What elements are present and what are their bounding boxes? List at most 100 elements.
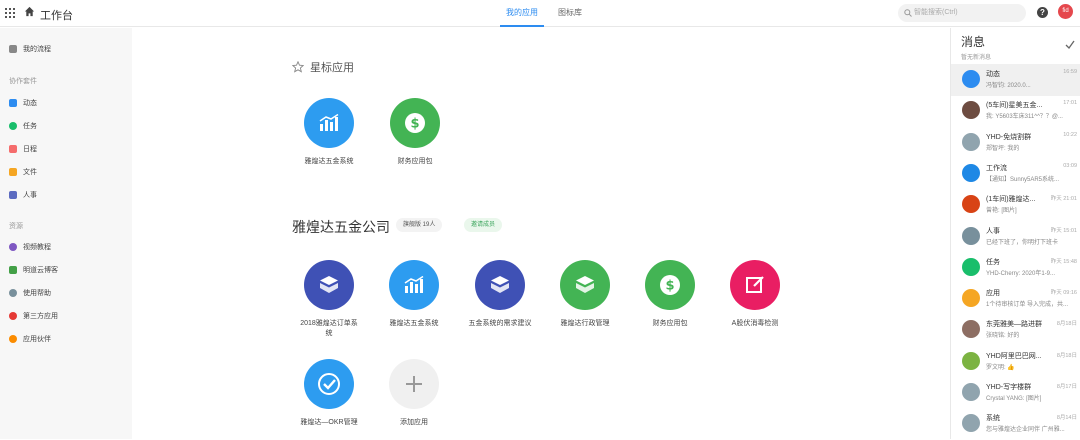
message-preview: 【通知】Sunny5AR5系统... <box>986 176 1060 183</box>
main-content: 星标应用 雅煌达五金系统 $ 财务应用包 雅煌达五金公司 旗舰版 19人 邀请成… <box>132 28 950 439</box>
app-tile[interactable]: $ 财务应用包 <box>632 260 708 329</box>
message-preview: 郑智坪: 我的 <box>986 145 1020 152</box>
message-time: 昨天 09:16 <box>1050 290 1077 297</box>
sidebar-item-label: 人事 <box>23 192 37 199</box>
tab-icon-library[interactable]: 图标库 <box>552 0 588 27</box>
sidebar-item-blog[interactable]: 明道云博客 <box>9 265 58 275</box>
app-label: 雅煌达—OKR管理 <box>300 419 358 426</box>
cube-icon <box>560 260 610 310</box>
message-item[interactable]: 人事 昨天 15:01 已经下班了，你明打下班卡 <box>951 221 1080 253</box>
svg-text:$: $ <box>665 279 674 294</box>
home-icon[interactable] <box>24 6 35 17</box>
message-avatar <box>962 320 980 339</box>
app-tile[interactable]: 2018雅煌达订单系统 <box>291 260 367 339</box>
edit-icon <box>730 260 780 310</box>
mark-read-icon[interactable] <box>1065 40 1075 50</box>
sidebar-item-label: 动态 <box>23 100 37 107</box>
message-item[interactable]: 应用 昨天 09:16 1个待审核订单 导入完成，共... <box>951 283 1080 315</box>
sidebar-item-calendar[interactable]: 日程 <box>9 144 37 154</box>
app-grid-icon[interactable] <box>5 8 15 18</box>
sidebar-item-help[interactable]: 使用帮助 <box>9 288 51 298</box>
app-tile[interactable]: $ 财务应用包 <box>377 98 453 167</box>
message-avatar <box>962 132 980 151</box>
message-sender: (1车间)雅煌达... <box>986 196 1036 204</box>
chart-icon <box>389 260 439 310</box>
message-sender: YHD-免烧割群 <box>986 133 1032 141</box>
message-avatar <box>962 163 980 182</box>
message-preview: Crystal YANG: [图片] <box>986 396 1042 402</box>
message-time: 8月18日 <box>1056 321 1077 328</box>
sidebar-section-suite: 协作套件 <box>9 78 37 85</box>
sidebar: 我的流程 协作套件 动态 任务 日程 文件 人事 资源 视频教程 明道云博客 使… <box>0 28 132 439</box>
folder-icon <box>9 168 17 176</box>
message-item[interactable]: YHD-免烧割群 10:22 郑智坪: 我的 <box>951 127 1080 159</box>
message-preview: 张晓铭: 好的 <box>986 333 1020 340</box>
sidebar-item-third-party[interactable]: 第三方应用 <box>9 311 58 321</box>
app-tile[interactable]: A股伏消毒检测 <box>717 260 793 329</box>
message-item[interactable]: 系统 8月14日 您与雅煌达企业同伴 广州雅... <box>951 408 1080 440</box>
sidebar-item-tasks[interactable]: 任务 <box>9 121 37 131</box>
chart-icon <box>304 98 354 148</box>
message-avatar <box>962 383 980 401</box>
starred-title-text: 星标应用 <box>310 62 354 74</box>
message-avatar <box>962 226 980 245</box>
message-item[interactable]: 动态 16:59 冯智钧: 2020.0... <box>951 64 1080 96</box>
message-preview: 您与雅煌达企业同伴 广州雅... <box>986 427 1065 434</box>
task-icon <box>9 122 17 130</box>
message-preview: 冯智钧: 2020.0... <box>986 83 1031 89</box>
version-badge[interactable]: 旗舰版 19人 <box>396 218 443 232</box>
app-tile[interactable]: 雅煌达—OKR管理 <box>291 359 367 428</box>
message-panel: 消息 暂无新消息 动态 16:59 冯智钧: 2020.0... (5车间)星美五金.… <box>950 28 1080 439</box>
message-sender: YHD阿里巴巴网... <box>986 352 1042 360</box>
heart-icon <box>9 312 17 320</box>
sidebar-item-video-tutorial[interactable]: 视频教程 <box>9 242 51 252</box>
app-tile[interactable]: 雅煌达五金系统 <box>376 260 452 329</box>
message-avatar <box>962 70 980 88</box>
company-name: 雅煌达五金公司 <box>292 219 390 235</box>
play-icon <box>9 243 17 251</box>
user-avatar[interactable]: fid <box>1058 4 1073 19</box>
tab-my-apps[interactable]: 我的应用 <box>500 0 544 27</box>
sidebar-item-label: 文件 <box>23 169 37 176</box>
check-icon <box>304 359 354 409</box>
app-tile[interactable]: 雅煌达行政管理 <box>547 260 623 329</box>
message-preview: 已经下班了，你明打下班卡 <box>986 239 1059 246</box>
message-avatar <box>962 289 980 308</box>
message-time: 昨天 15:01 <box>1050 227 1077 234</box>
sidebar-item-partners[interactable]: 应用伙伴 <box>9 334 51 344</box>
hr-icon <box>9 191 17 199</box>
message-panel-subtitle: 暂无新消息 <box>961 55 992 61</box>
message-preview: YHD-Cherry: 2020年1-9... <box>986 270 1056 277</box>
message-item[interactable]: YHD阿里巴巴网... 8月18日 罗文明: 👍 <box>951 346 1080 378</box>
message-item[interactable]: (1车间)雅煌达... 昨天 21:01 曾艳: [图片] <box>951 189 1080 221</box>
search-input[interactable]: 智能搜索(Ctrl) <box>898 4 1026 22</box>
app-tile[interactable]: 五金系统的需求建议 <box>462 260 538 329</box>
sidebar-item-label: 我的流程 <box>23 46 51 53</box>
message-item[interactable]: YHD-写字楼群 8月17日 Crystal YANG: [图片] <box>951 377 1080 409</box>
message-item[interactable]: 东莞雅美—路进群 8月18日张晓铭: 好的 <box>951 314 1080 346</box>
message-time: 10:22 <box>1063 131 1077 138</box>
add-app-button[interactable]: 添加应用 <box>376 359 452 428</box>
message-preview: 罗文明: 👍 <box>986 364 1015 371</box>
cube-icon <box>304 260 354 310</box>
app-tile[interactable]: 雅煌达五金系统 <box>291 98 367 167</box>
sidebar-item-hr[interactable]: 人事 <box>9 190 37 200</box>
invite-members-button[interactable]: 邀请成员 <box>464 218 503 232</box>
message-item[interactable]: 工作流 03:09 【通知】Sunny5AR5系统... <box>951 158 1080 190</box>
sidebar-item-files[interactable]: 文件 <box>9 167 37 177</box>
help-circle-icon <box>9 289 17 297</box>
sidebar-item-my-flow[interactable]: 我的流程 <box>9 44 51 54</box>
svg-text:$: $ <box>410 117 419 132</box>
message-sender: 动态 <box>986 71 1000 78</box>
help-icon[interactable]: ? <box>1037 7 1048 18</box>
message-item[interactable]: (5车间)星美五金... 17:01 我: Y5603车床311^^？？@... <box>951 95 1080 127</box>
message-time: 昨天 21:01 <box>1050 196 1077 203</box>
feed-icon <box>9 99 17 107</box>
app-label: 雅煌达五金系统 <box>389 320 439 327</box>
sidebar-item-feed[interactable]: 动态 <box>9 98 37 108</box>
message-item[interactable]: 任务 昨天 15:48 YHD-Cherry: 2020年1-9... <box>951 252 1080 284</box>
message-avatar <box>962 414 980 433</box>
message-sender: 东莞雅美—路进群 <box>986 321 1042 329</box>
message-time: 8月17日 <box>1056 384 1077 390</box>
message-sender: (5车间)星美五金... <box>986 102 1043 110</box>
